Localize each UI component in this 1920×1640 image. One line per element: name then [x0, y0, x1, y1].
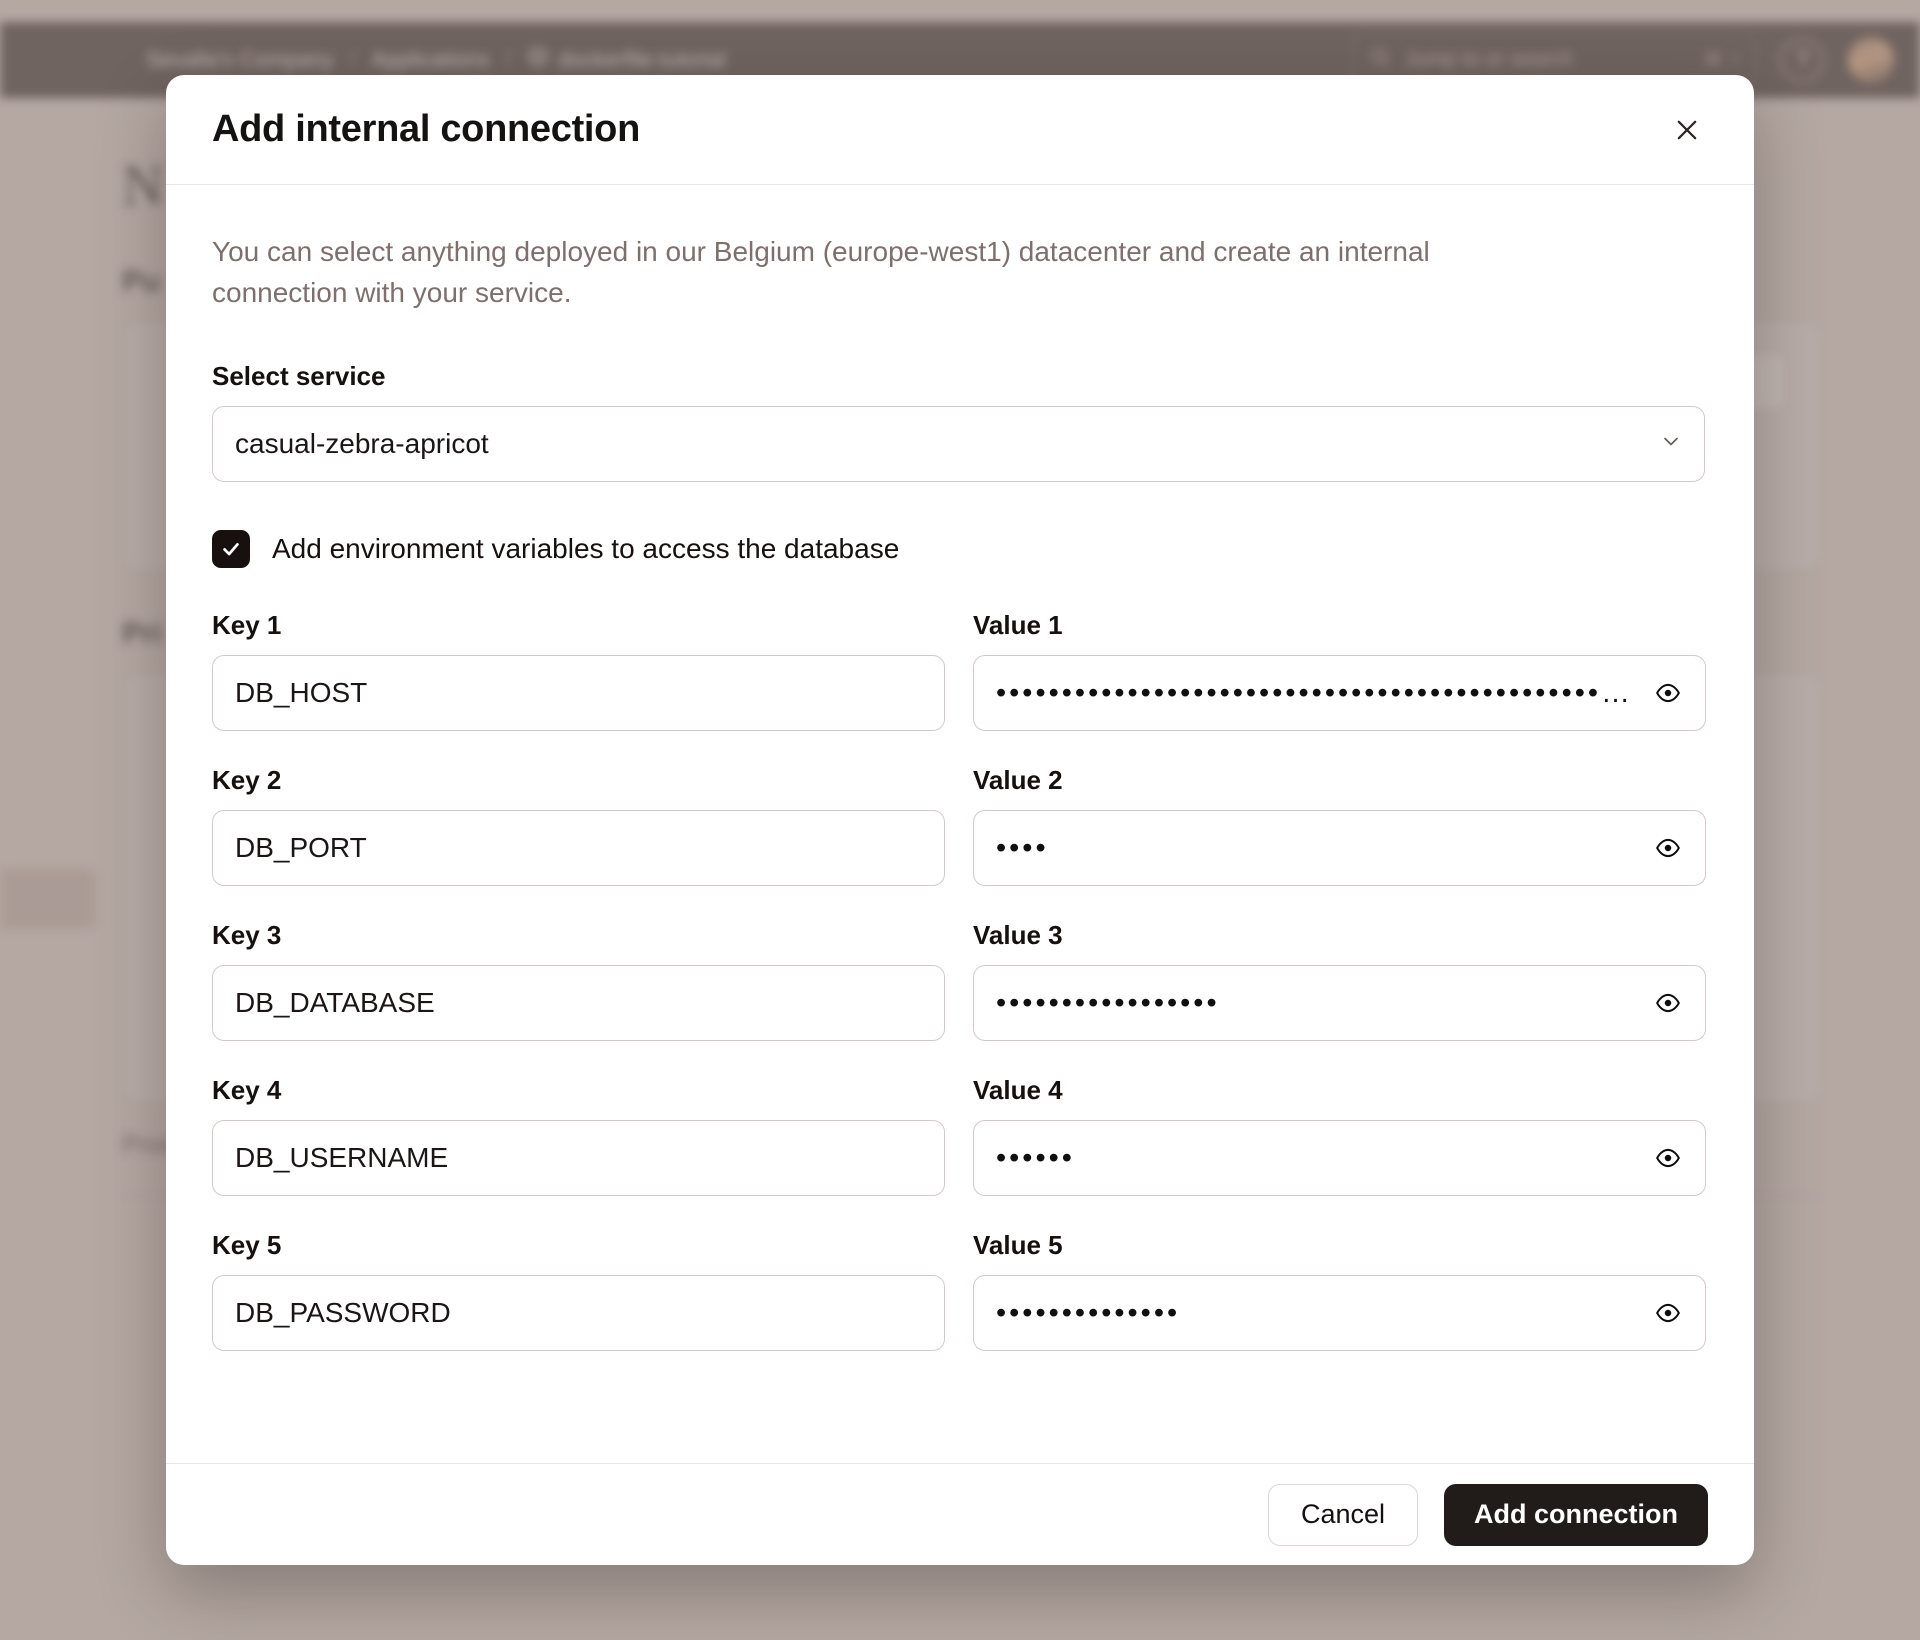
dialog-body: You can select anything deployed in our …: [166, 185, 1754, 1463]
value-input[interactable]: ••••••••••••••: [973, 1275, 1706, 1352]
cancel-button[interactable]: Cancel: [1267, 1483, 1418, 1546]
env-var-key-cell: Key 3 DB_DATABASE: [212, 920, 945, 1042]
value-label: Value 5: [973, 1230, 1063, 1261]
add-env-vars-row[interactable]: Add environment variables to access the …: [212, 530, 1708, 569]
key-label: Key 4: [212, 1075, 282, 1106]
value-label: Value 2: [973, 765, 1063, 796]
key-input-value: DB_DATABASE: [235, 987, 435, 1019]
env-var-key-cell: Key 2 DB_PORT: [212, 765, 945, 887]
value-input-masked: ••••••: [996, 1143, 1075, 1173]
value-label: Value 3: [973, 920, 1063, 951]
value-input[interactable]: ••••: [973, 810, 1706, 887]
key-input[interactable]: DB_PORT: [212, 810, 945, 887]
value-label: Value 4: [973, 1075, 1063, 1106]
dialog-title: Add internal connection: [212, 108, 641, 150]
add-env-vars-label: Add environment variables to access the …: [272, 533, 900, 565]
key-input[interactable]: DB_HOST: [212, 655, 945, 732]
key-label: Key 1: [212, 610, 282, 641]
env-var-key-cell: Key 1 DB_HOST: [212, 610, 945, 732]
env-vars-grid: Key 1 DB_HOST Value 1 ••••••••••••••••••…: [212, 610, 1708, 1385]
key-label: Key 5: [212, 1230, 282, 1261]
env-var-value-cell: Value 2 ••••: [973, 765, 1706, 887]
env-var-key-cell: Key 5 DB_PASSWORD: [212, 1230, 945, 1352]
add-internal-connection-dialog: Add internal connection You can select a…: [166, 75, 1754, 1565]
env-var-value-cell: Value 5 ••••••••••••••: [973, 1230, 1706, 1352]
select-service-field: Select service casual-zebra-apricot: [212, 361, 1708, 483]
dialog-footer: Cancel Add connection: [166, 1463, 1754, 1565]
key-input-value: DB_HOST: [235, 677, 368, 709]
value-input-masked: ••••: [996, 833, 1049, 863]
value-input-masked: ••••••••••••••••••••••••••••••••••••••••…: [996, 678, 1633, 708]
add-env-vars-checkbox[interactable]: [212, 530, 250, 569]
value-input[interactable]: ••••••••••••••••••••••••••••••••••••••••…: [973, 655, 1706, 732]
value-input[interactable]: ••••••: [973, 1120, 1706, 1197]
key-input[interactable]: DB_DATABASE: [212, 965, 945, 1042]
env-var-value-cell: Value 3 •••••••••••••••••: [973, 920, 1706, 1042]
eye-icon[interactable]: [1651, 1296, 1685, 1330]
key-label: Key 2: [212, 765, 282, 796]
add-connection-button[interactable]: Add connection: [1444, 1483, 1708, 1546]
dialog-description: You can select anything deployed in our …: [212, 236, 1430, 309]
key-label: Key 3: [212, 920, 282, 951]
close-icon[interactable]: [1664, 107, 1710, 153]
select-service-wrapper: casual-zebra-apricot: [212, 406, 1705, 483]
eye-icon[interactable]: [1651, 1141, 1685, 1175]
env-var-value-cell: Value 4 ••••••: [973, 1075, 1706, 1197]
select-service-value: casual-zebra-apricot: [235, 428, 489, 460]
select-service-dropdown[interactable]: casual-zebra-apricot: [212, 406, 1705, 483]
key-input-value: DB_PORT: [235, 832, 367, 864]
key-input[interactable]: DB_PASSWORD: [212, 1275, 945, 1352]
eye-icon[interactable]: [1651, 676, 1685, 710]
key-input-value: DB_PASSWORD: [235, 1297, 451, 1329]
key-input[interactable]: DB_USERNAME: [212, 1120, 945, 1197]
key-input-value: DB_USERNAME: [235, 1142, 449, 1174]
eye-icon[interactable]: [1651, 986, 1685, 1020]
eye-icon[interactable]: [1651, 831, 1685, 865]
env-var-key-cell: Key 4 DB_USERNAME: [212, 1075, 945, 1197]
value-label: Value 1: [973, 610, 1063, 641]
value-input-masked: ••••••••••••••: [996, 1298, 1181, 1328]
dialog-header: Add internal connection: [166, 75, 1754, 185]
select-service-label: Select service: [212, 361, 386, 392]
value-input-masked: •••••••••••••••••: [996, 988, 1220, 1018]
env-var-value-cell: Value 1 ••••••••••••••••••••••••••••••••…: [973, 610, 1706, 732]
value-input[interactable]: •••••••••••••••••: [973, 965, 1706, 1042]
